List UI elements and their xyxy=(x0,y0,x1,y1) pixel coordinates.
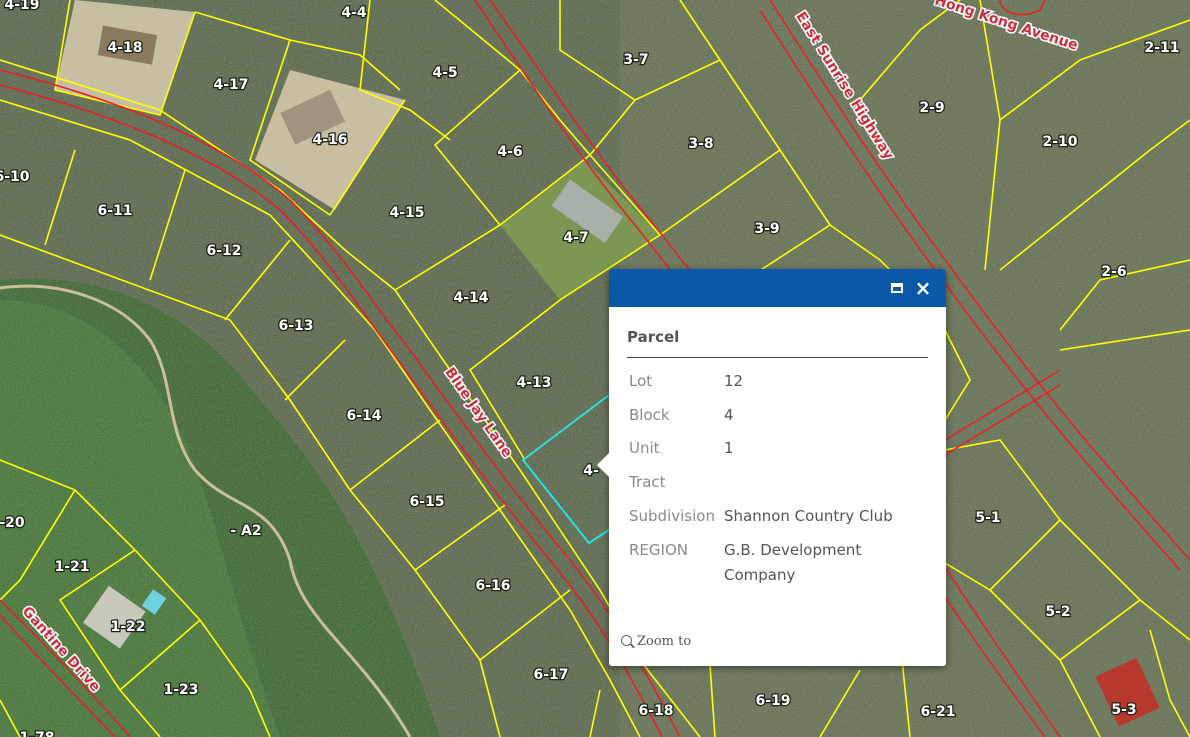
parcel-popup: × Parcel Lot 12 Block 4 Unit 1 Tract Sub… xyxy=(597,269,946,666)
attr-value: 4 xyxy=(724,406,734,424)
parcel-label: 4-16 xyxy=(312,132,347,148)
close-icon: × xyxy=(914,276,932,300)
parcel-label: 2-11 xyxy=(1144,40,1179,56)
parcel-label: 4-14 xyxy=(453,290,488,306)
popup-title: Parcel xyxy=(627,328,680,346)
zoom-to-link[interactable]: Zoom to xyxy=(621,634,691,649)
parcel-label: 5-1 xyxy=(975,510,1000,526)
parcel-label: -20 xyxy=(0,515,25,531)
parcel-label: 6-19 xyxy=(755,693,790,709)
attr-key: Tract xyxy=(629,473,666,491)
attr-key: Unit xyxy=(629,439,660,457)
popup-pointer xyxy=(597,453,609,477)
popup-header: × xyxy=(609,269,946,307)
attr-key: Block xyxy=(629,406,670,424)
parcel-label: 4-4 xyxy=(341,5,367,21)
parcel-label: 1-22 xyxy=(110,619,145,635)
parcel-label: 4-7 xyxy=(563,230,588,246)
parcel-label: 4-5 xyxy=(432,65,457,81)
parcel-label: 1-23 xyxy=(163,682,198,698)
parcel-label: 6-21 xyxy=(920,704,955,720)
parcel-label: 2-6 xyxy=(1101,264,1126,280)
parcel-label: 5-3 xyxy=(1111,702,1136,718)
parcel-label: 2-10 xyxy=(1042,134,1077,150)
parcel-label: 4-13 xyxy=(516,375,551,391)
parcel-label: 6-13 xyxy=(278,318,313,334)
parcel-map[interactable]: 4-19 4-4 4-18 4-17 4-5 3-7 2-11 2-9 4-16 4-6 3-8 2-… xyxy=(0,0,1190,737)
parcel-label: 4-15 xyxy=(389,205,424,221)
parcel-label: 6-15 xyxy=(409,494,444,510)
zoom-in-icon xyxy=(621,635,632,646)
attr-value: G.B. Development Company xyxy=(724,541,862,584)
parcel-label: 1-78 xyxy=(19,730,54,737)
parcel-label: 2-9 xyxy=(919,100,944,116)
attr-value: Shannon Country Club xyxy=(724,507,893,525)
attr-key: REGION xyxy=(629,541,688,559)
close-button[interactable]: × xyxy=(913,278,933,298)
parcel-label: 3-7 xyxy=(623,52,648,68)
parcel-label: 3-8 xyxy=(688,136,713,152)
parcel-label: 6-17 xyxy=(533,667,568,683)
parcel-label: 4-19 xyxy=(4,0,39,13)
attr-value: 1 xyxy=(724,439,734,457)
parcel-label: 6-11 xyxy=(97,203,132,219)
parcel-label: 4-6 xyxy=(497,144,522,160)
attr-key: Subdivision xyxy=(629,507,715,525)
parcel-label: 6-10 xyxy=(0,169,30,185)
attr-key: Lot xyxy=(629,372,653,390)
parcel-label: 3-9 xyxy=(754,221,779,237)
parcel-label: 1-21 xyxy=(54,559,89,575)
parcel-label: 5-2 xyxy=(1045,604,1070,620)
maximize-icon xyxy=(891,283,903,293)
parcel-label: 6-12 xyxy=(206,243,241,259)
parcel-label: 4-18 xyxy=(107,40,142,56)
parcel-label: 6-18 xyxy=(638,703,673,719)
parcel-label: 6-16 xyxy=(475,578,510,594)
parcel-label: 6-14 xyxy=(346,408,381,424)
title-divider xyxy=(627,357,928,358)
parcel-label: 4-17 xyxy=(213,77,248,93)
maximize-button[interactable] xyxy=(887,278,907,298)
parcel-label: - A2 xyxy=(230,523,261,539)
attr-value: 12 xyxy=(724,372,744,390)
zoom-to-label: Zoom to xyxy=(637,634,692,649)
